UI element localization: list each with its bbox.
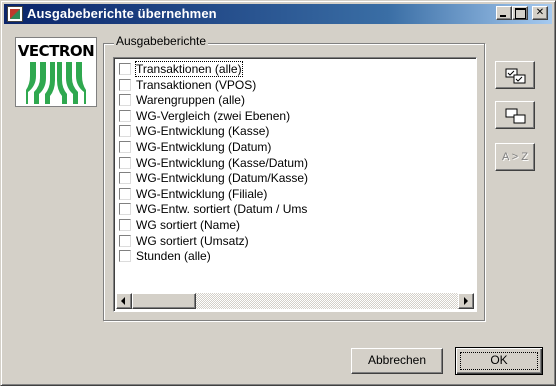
checkbox[interactable]	[119, 187, 131, 200]
checkbox[interactable]	[119, 219, 131, 231]
copy-icon	[505, 108, 526, 124]
horizontal-scrollbar[interactable]	[116, 293, 474, 309]
list-item-label: WG-Entwicklung (Kasse)	[136, 124, 270, 139]
groupbox-label: Ausgabeberichte	[114, 34, 209, 48]
sort-az-button[interactable]: A > Z	[495, 143, 535, 171]
list-item-label: WG-Vergleich (zwei Ebenen)	[136, 108, 291, 123]
copy-button[interactable]	[495, 101, 535, 129]
scroll-thumb[interactable]	[132, 293, 196, 309]
minimize-button[interactable]	[496, 6, 512, 20]
list-item-label: Transaktionen (alle)	[135, 61, 243, 77]
checkbox[interactable]	[119, 172, 131, 185]
title-bar[interactable]: Ausgabeberichte übernehmen ✕	[4, 4, 552, 24]
scroll-left-icon[interactable]	[116, 293, 132, 309]
checkbox[interactable]	[119, 125, 131, 138]
checkbox[interactable]	[119, 234, 131, 247]
window-title: Ausgabeberichte übernehmen	[27, 6, 217, 21]
app-icon[interactable]	[7, 6, 23, 22]
select-all-icon	[505, 68, 526, 84]
list-item-label: WG-Entw. sortiert (Datum / Ums	[136, 202, 308, 217]
list-item-label: Transaktionen (VPOS)	[136, 77, 257, 92]
list-item-label: WG-Entwicklung (Kasse/Datum)	[136, 155, 309, 170]
checkbox[interactable]	[119, 94, 131, 107]
cancel-button[interactable]: Abbrechen	[351, 348, 443, 374]
checkbox[interactable]	[119, 78, 131, 91]
reports-listbox[interactable]: Transaktionen (alle) Transaktionen (VPOS)…	[113, 57, 477, 312]
dialog-window: Ausgabeberichte übernehmen ✕ VECTRON Aus…	[0, 0, 556, 386]
ok-label: OK	[490, 353, 508, 367]
maximize-button[interactable]	[512, 6, 528, 20]
list-item-label: WG sortiert (Umsatz)	[136, 233, 249, 248]
checkbox[interactable]	[119, 250, 131, 263]
list-item-label: WG sortiert (Name)	[136, 218, 241, 232]
logo-text: VECTRON	[17, 42, 95, 60]
list-item-label: Stunden (alle)	[136, 249, 211, 264]
list-item-label: Warengruppen (alle)	[136, 93, 245, 108]
logo-mark-icon	[26, 62, 86, 104]
checkbox[interactable]	[119, 156, 131, 169]
list-item-label: WG-Entwicklung (Filiale)	[136, 186, 268, 201]
checkbox[interactable]	[119, 109, 131, 122]
scroll-right-icon[interactable]	[458, 293, 474, 309]
vectron-logo: VECTRON	[15, 37, 97, 107]
sort-az-label: A > Z	[502, 151, 528, 163]
select-all-button[interactable]	[495, 61, 535, 89]
close-button[interactable]: ✕	[532, 6, 548, 20]
ok-button[interactable]: OK	[455, 347, 543, 375]
checkbox[interactable]	[119, 141, 131, 153]
cancel-label: Abbrechen	[367, 353, 427, 367]
checkbox[interactable]	[119, 203, 131, 216]
checkbox[interactable]	[119, 63, 131, 75]
list-item-label: WG-Entwicklung (Datum)	[136, 140, 272, 154]
list-item-label: WG-Entwicklung (Datum/Kasse)	[136, 171, 309, 186]
